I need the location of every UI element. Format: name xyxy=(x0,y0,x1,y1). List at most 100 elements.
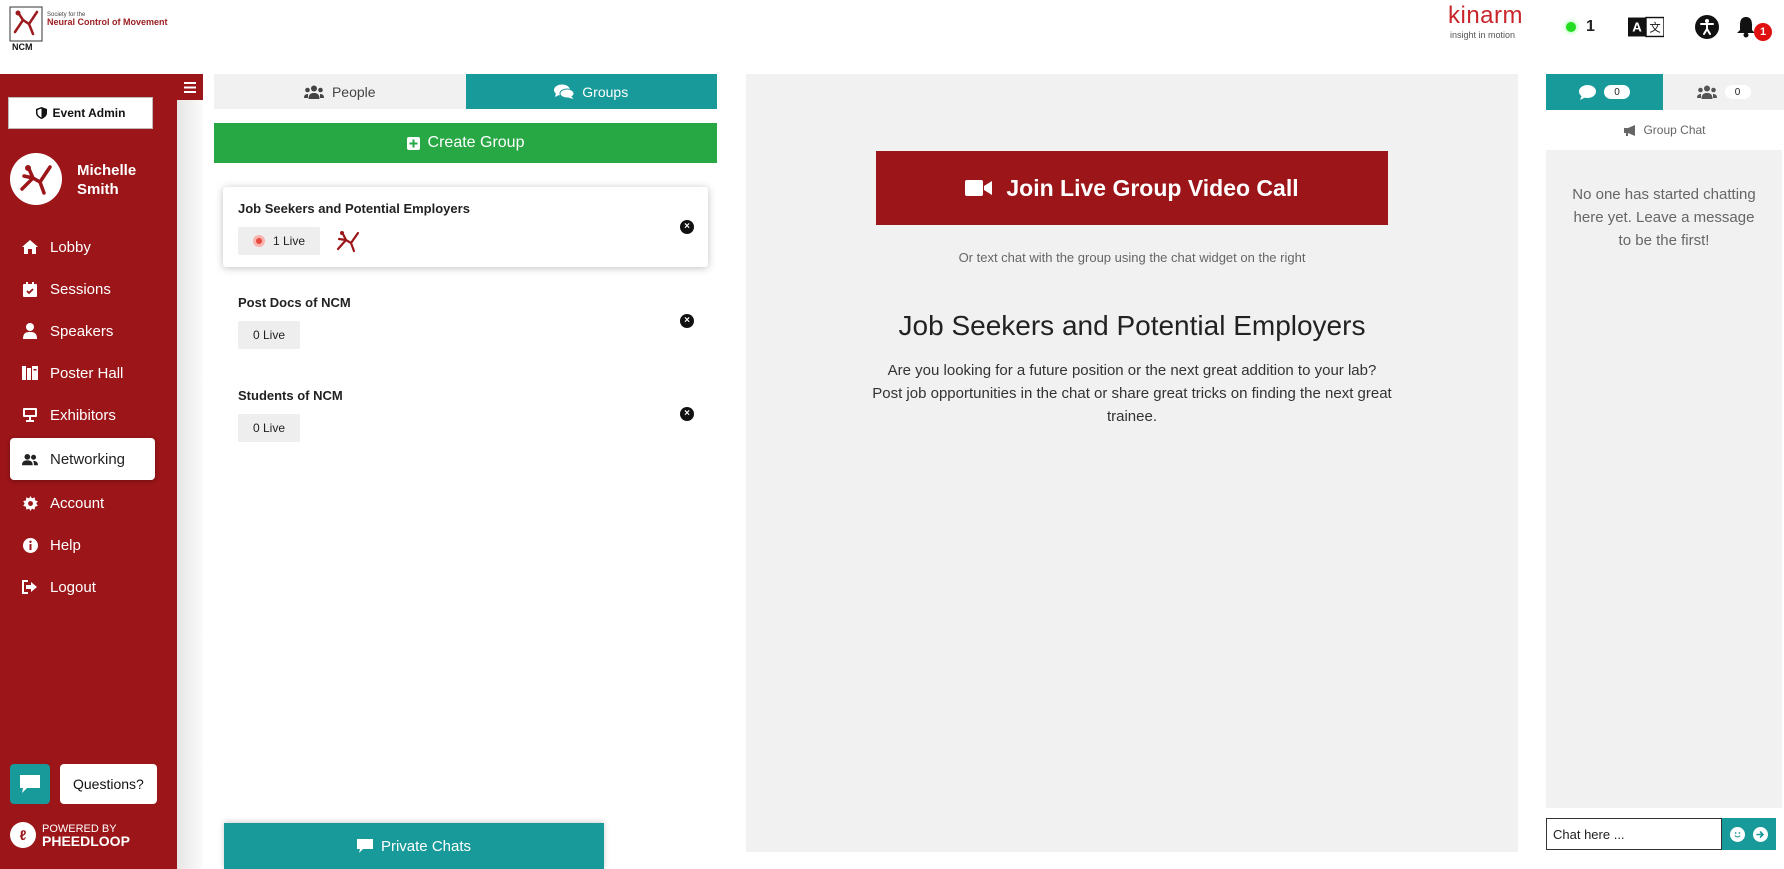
comments-icon xyxy=(554,84,575,99)
online-count: 1 xyxy=(1586,18,1595,35)
group-name: Students of NCM xyxy=(238,388,343,403)
user-profile[interactable]: Michelle Smith xyxy=(10,153,170,205)
user-name: Michelle Smith xyxy=(77,161,136,199)
group-card-post-docs[interactable]: Post Docs of NCM 0 Live × xyxy=(223,281,708,361)
questions-chat-button[interactable] xyxy=(10,764,50,804)
sidebar-item-lobby[interactable]: Lobby xyxy=(10,228,155,266)
sidebar-item-networking[interactable]: Networking xyxy=(10,438,155,480)
tab-label: People xyxy=(331,83,376,100)
notifications-button[interactable]: 1 xyxy=(1734,14,1772,41)
join-call-label: Join Live Group Video Call xyxy=(1006,174,1299,201)
notification-count-badge: 1 xyxy=(1754,23,1772,41)
member-avatar-icon[interactable] xyxy=(335,229,361,253)
translate-icon: A 文 xyxy=(1628,16,1664,38)
close-icon[interactable]: × xyxy=(680,314,694,328)
ncm-acronym: NCM xyxy=(12,42,33,52)
poster-icon xyxy=(22,365,38,381)
ncm-dancer-avatar-icon xyxy=(20,165,52,195)
ncm-logo-text: Society for the Neural Control of Moveme… xyxy=(47,12,168,27)
sponsor-logo[interactable]: kinarm insight in motion xyxy=(1448,2,1530,42)
tab-chat-messages[interactable]: 0 xyxy=(1546,74,1663,110)
ncm-logo[interactable]: Society for the Neural Control of Moveme… xyxy=(9,6,174,52)
svg-text:文: 文 xyxy=(1649,21,1660,35)
chat-messages-area[interactable]: No one has started chatting here yet. Le… xyxy=(1546,150,1782,808)
sponsor-name: kinarm xyxy=(1448,2,1524,29)
sidebar-item-label: Networking xyxy=(50,450,126,468)
sidebar-item-label: Account xyxy=(50,494,105,512)
translate-button[interactable]: A 文 xyxy=(1628,14,1664,40)
calendar-icon xyxy=(22,281,38,297)
close-icon[interactable]: × xyxy=(680,407,694,421)
live-count-badge: 1 Live xyxy=(238,227,321,255)
group-detail-panel: Join Live Group Video Call Or text chat … xyxy=(746,74,1518,852)
tab-chat-members[interactable]: 0 xyxy=(1663,74,1784,110)
sponsor-tagline: insight in motion xyxy=(1450,30,1516,40)
sidebar-gutter xyxy=(177,74,203,869)
sidebar-item-sessions[interactable]: Sessions xyxy=(10,270,155,308)
questions-button[interactable]: Questions? xyxy=(60,764,157,804)
hamburger-icon xyxy=(184,81,196,93)
group-name: Job Seekers and Potential Employers xyxy=(238,201,470,216)
sidebar-item-help[interactable]: Help xyxy=(10,526,155,564)
pheedloop-logo-icon: ℓ xyxy=(10,822,36,848)
home-icon xyxy=(22,239,38,255)
close-icon[interactable]: × xyxy=(680,220,694,234)
accessibility-button[interactable] xyxy=(1689,14,1725,40)
create-group-button[interactable]: Create Group xyxy=(214,123,717,163)
chat-bubble-icon xyxy=(356,839,373,853)
speaker-icon xyxy=(22,323,38,339)
live-count-badge: 0 Live xyxy=(238,321,301,349)
chat-empty-message: No one has started chatting here yet. Le… xyxy=(1572,186,1756,249)
online-indicator[interactable]: 1 xyxy=(1566,16,1595,38)
send-arrow-icon[interactable] xyxy=(1753,826,1768,842)
powered-by-text: POWERED BY PHEEDLOOP xyxy=(42,823,130,849)
plus-square-icon xyxy=(406,136,420,150)
tab-people[interactable]: People xyxy=(214,74,466,109)
accessibility-icon xyxy=(1695,15,1719,39)
questions-widget: Questions? xyxy=(10,764,157,804)
chat-bubble-icon xyxy=(20,775,40,793)
group-card-students[interactable]: Students of NCM 0 Live × xyxy=(223,374,708,454)
message-count-badge: 0 xyxy=(1604,85,1630,99)
sidebar-item-account[interactable]: Account xyxy=(10,484,155,522)
chat-tabs: 0 0 xyxy=(1546,74,1784,110)
tab-groups[interactable]: Groups xyxy=(465,74,717,109)
create-group-label: Create Group xyxy=(427,134,525,151)
shield-icon xyxy=(35,107,47,119)
video-camera-icon xyxy=(965,180,993,196)
logout-icon xyxy=(22,579,38,595)
group-name: Post Docs of NCM xyxy=(238,295,351,310)
sidebar-item-speakers[interactable]: Speakers xyxy=(10,312,155,350)
ncm-logo-mark-icon xyxy=(9,6,43,42)
chat-input[interactable] xyxy=(1546,818,1722,850)
chat-hint-text: Or text chat with the group using the ch… xyxy=(958,250,1306,265)
menu-toggle-button[interactable] xyxy=(177,74,203,100)
group-card-job-seekers[interactable]: Job Seekers and Potential Employers 1 Li… xyxy=(223,187,708,267)
powered-by-pheedloop[interactable]: ℓ POWERED BY PHEEDLOOP xyxy=(10,822,130,848)
user-last-name: Smith xyxy=(77,181,119,198)
sidebar-item-label: Logout xyxy=(50,578,96,596)
user-first-name: Michelle xyxy=(77,162,137,179)
users-icon xyxy=(22,451,38,467)
group-description: Are you looking for a future position or… xyxy=(872,362,1392,425)
avatar xyxy=(10,153,62,205)
megaphone-icon xyxy=(1624,124,1636,136)
event-admin-button[interactable]: Event Admin xyxy=(8,97,153,129)
sidebar-item-label: Poster Hall xyxy=(50,364,124,382)
event-admin-label: Event Admin xyxy=(52,106,126,120)
join-video-call-button[interactable]: Join Live Group Video Call xyxy=(876,151,1388,225)
sidebar-item-logout[interactable]: Logout xyxy=(10,568,155,606)
private-chats-button[interactable]: Private Chats xyxy=(224,823,604,869)
tab-label: Groups xyxy=(582,83,629,100)
gear-icon xyxy=(22,495,38,511)
sidebar-item-label: Exhibitors xyxy=(50,406,116,424)
emoji-icon[interactable] xyxy=(1730,826,1745,842)
sidebar-item-label: Lobby xyxy=(50,238,91,256)
live-count: 1 Live xyxy=(273,234,306,248)
live-indicator-icon xyxy=(253,235,265,247)
sidebar-item-exhibitors[interactable]: Exhibitors xyxy=(10,396,155,434)
sidebar-item-poster-hall[interactable]: Poster Hall xyxy=(10,354,155,392)
live-count: 0 Live xyxy=(253,421,286,435)
member-count-badge: 0 xyxy=(1724,85,1751,99)
chat-actions xyxy=(1722,818,1776,850)
